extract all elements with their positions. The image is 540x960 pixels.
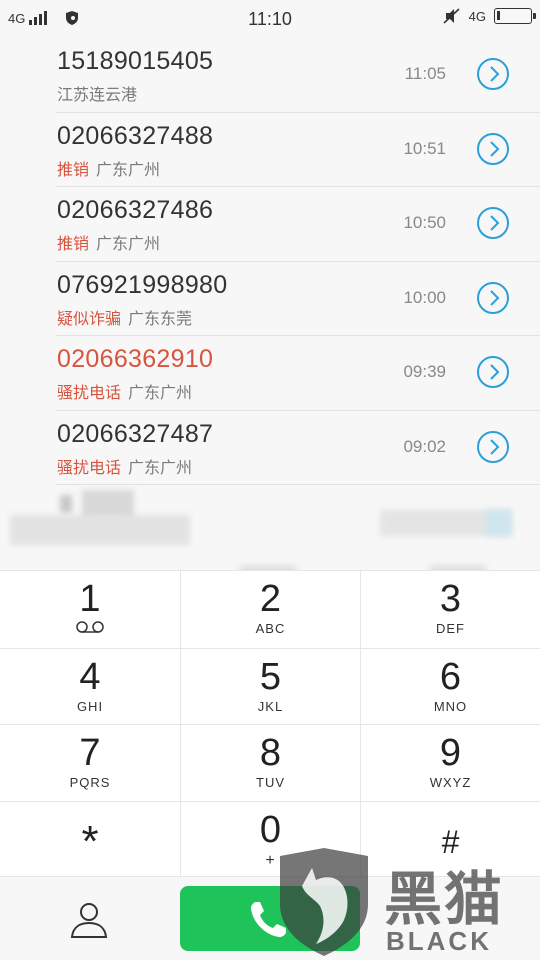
dial-keypad: 1 2 ABC 3 DEF 4 GHI 5 JKL 6 MNO 7 PQRS 8… (0, 570, 540, 878)
key-letters: ABC (255, 621, 286, 636)
key-7[interactable]: 7 PQRS (0, 724, 180, 801)
call-location: 江苏连云港 (57, 87, 138, 104)
call-number: 02066362910 (57, 345, 214, 373)
chevron-right-icon (490, 438, 500, 455)
key-digit: 8 (259, 732, 282, 774)
call-tag: 推销 (57, 236, 90, 253)
call-log-item[interactable]: 02066327486 推销 广东广州 10:50 (0, 187, 540, 262)
mute-icon (443, 8, 460, 24)
black-cat-logo-icon (280, 848, 368, 956)
key-3[interactable]: 3 DEF (360, 571, 540, 648)
chevron-right-icon (490, 364, 500, 380)
call-time: 09:39 (403, 362, 446, 381)
key-9[interactable]: 9 WXYZ (360, 724, 540, 801)
call-detail-button[interactable] (477, 132, 509, 165)
key-letters: GHI (76, 698, 104, 714)
key-digit: 4 (79, 655, 101, 698)
key-digit: 9 (439, 732, 462, 774)
call-log-item[interactable]: 02066327488 推销 广东广州 10:51 (0, 113, 540, 188)
call-time: 11:05 (404, 64, 446, 83)
call-tag: 疑似诈骗 (57, 310, 122, 328)
call-number: 02066327487 (57, 419, 214, 448)
call-detail-button[interactable] (477, 281, 509, 314)
call-number: 02066327486 (57, 196, 214, 224)
key-2[interactable]: 2 ABC (180, 571, 360, 648)
call-detail-button[interactable] (477, 58, 509, 90)
call-log-item[interactable]: 02066327487 骚扰电话 广东广州 09:02 (0, 411, 540, 486)
key-digit: 7 (79, 732, 101, 774)
call-detail-button[interactable] (477, 430, 509, 463)
key-6[interactable]: 6 MNO (360, 647, 540, 724)
chevron-right-icon (490, 140, 500, 157)
key-4[interactable]: 4 GHI (0, 647, 180, 725)
status-bar: 4G 11:10 4G (0, 0, 540, 38)
watermark-chinese: 黑猫 (384, 865, 505, 933)
call-location: 广东广州 (128, 385, 193, 402)
call-number: 15189015405 (57, 47, 214, 75)
key-digit: 1 (79, 578, 101, 620)
call-log-item[interactable]: 076921998980 疑似诈骗 广东东莞 10:00 (0, 262, 540, 337)
call-time: 10:51 (403, 138, 446, 158)
key-digit: 6 (439, 655, 462, 698)
call-time: 10:50 (403, 213, 446, 232)
call-time: 10:00 (403, 287, 446, 307)
voicemail-icon (76, 621, 104, 633)
key-5[interactable]: 5 JKL (180, 647, 360, 724)
call-number: 02066327488 (57, 121, 214, 150)
key-digit: * (81, 816, 99, 866)
redacted-call-item (0, 485, 540, 575)
watermark-english: BLACK CAT (386, 926, 492, 960)
call-log-item[interactable]: 15189015405 江苏连云港 11:05 (0, 38, 540, 113)
key-1[interactable]: 1 (0, 571, 180, 648)
call-location: 广东广州 (128, 459, 193, 477)
call-log-list: 15189015405 江苏连云港 11:05 02066327488 推销 广东… (0, 38, 540, 485)
chevron-right-icon (490, 215, 500, 231)
key-letters: TUV (256, 775, 285, 790)
contacts-button[interactable] (69, 899, 109, 939)
network-type-right: 4G (468, 8, 486, 24)
key-letters: JKL (257, 698, 284, 714)
battery-icon (494, 8, 536, 24)
call-log-item[interactable]: 02066362910 骚扰电话 广东广州 09:39 (0, 336, 540, 411)
call-detail-button[interactable] (477, 356, 509, 388)
person-icon (70, 903, 108, 938)
watermark: 黑猫 BLACK CAT (268, 838, 540, 960)
key-letters: DEF (436, 621, 465, 636)
key-digit: 2 (259, 578, 282, 620)
key-star[interactable]: * (0, 800, 180, 878)
key-digit: 3 (439, 578, 462, 620)
key-letters: MNO (433, 698, 468, 714)
call-tag: 推销 (57, 161, 90, 179)
key-letters: WXYZ (429, 775, 472, 790)
key-8[interactable]: 8 TUV (180, 724, 360, 801)
call-tag: 骚扰电话 (57, 459, 122, 477)
chevron-right-icon (490, 66, 500, 82)
call-time: 09:02 (403, 436, 446, 456)
call-detail-button[interactable] (477, 207, 509, 239)
call-location: 广东广州 (96, 161, 161, 179)
chevron-right-icon (490, 289, 500, 306)
call-location: 广东广州 (96, 236, 161, 253)
call-tag: 骚扰电话 (57, 385, 122, 402)
call-number: 076921998980 (57, 270, 228, 299)
call-location: 广东东莞 (128, 310, 193, 328)
key-letters: PQRS (69, 775, 111, 790)
key-digit: 5 (259, 655, 282, 698)
